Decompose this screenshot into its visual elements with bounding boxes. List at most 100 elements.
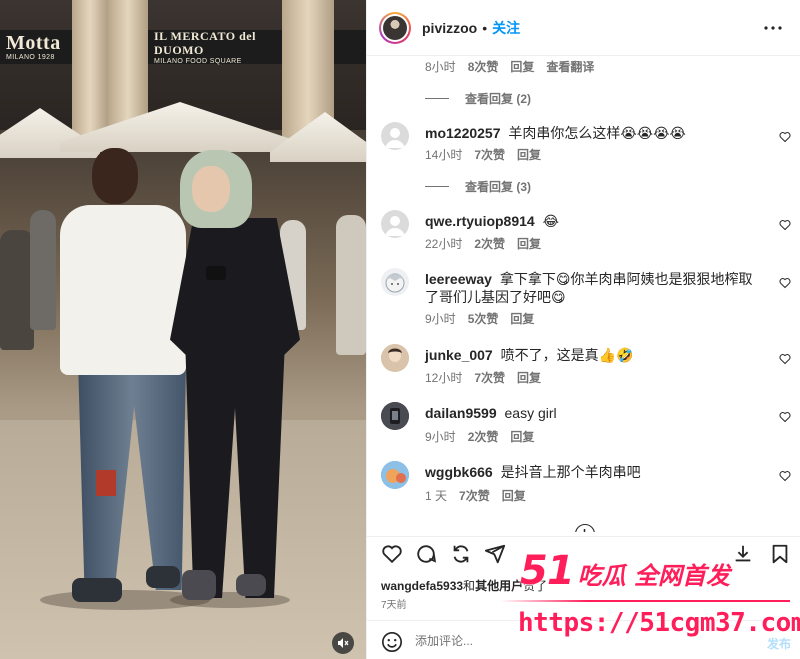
comment-likes[interactable]: 5次赞 <box>468 310 499 327</box>
comment-time: 12小时 <box>425 371 463 385</box>
author-username[interactable]: pivizzoo <box>422 20 477 36</box>
comment-meta: 22小时 2次赞 回复 <box>425 235 541 252</box>
more-options-icon[interactable] <box>763 18 783 38</box>
commenter-avatar[interactable] <box>381 402 409 430</box>
comment-meta: 1 天 7次赞 回复 <box>425 487 526 504</box>
bookmark-icon[interactable] <box>769 543 791 565</box>
repost-icon[interactable] <box>450 543 472 565</box>
storefront-sign-motta: Motta MILANO 1928 <box>0 30 72 64</box>
heart-icon[interactable] <box>779 470 791 482</box>
comment-body: junke_007 喷不了，这是真👍🤣 <box>425 346 755 364</box>
comment-body: leereeway 拿下拿下😋你羊肉串阿姨也是狠狠地榨取了哥们儿基因了好吧😋 <box>425 270 755 306</box>
commenter-username[interactable]: junke_007 <box>425 347 493 363</box>
storefront-sign-edge <box>334 30 366 64</box>
watermark-url: https://51cgm37.com <box>518 608 800 638</box>
commenter-avatar[interactable] <box>381 344 409 372</box>
anime-avatar-icon <box>385 273 405 293</box>
heart-icon[interactable] <box>779 411 791 423</box>
commenter-username[interactable]: qwe.rtyuiop8914 <box>425 213 535 229</box>
sign-mercato-sub: MILANO FOOD SQUARE <box>154 57 242 65</box>
heart-icon[interactable] <box>779 353 791 365</box>
comment-time: 14小时 <box>425 148 463 162</box>
comment-time: 9小时 <box>425 312 456 326</box>
load-more-comments-button[interactable] <box>575 524 595 532</box>
comment-body: dailan9599 easy girl <box>425 404 755 422</box>
view-replies-label: 查看回复 (3) <box>465 180 532 194</box>
commenter-username[interactable]: leereeway <box>425 271 492 287</box>
comment-text: 羊肉串你怎么这样😭😭😭😭 <box>508 125 686 141</box>
comment-meta: 8小时 8次赞 回复 查看翻译 <box>425 58 594 75</box>
like-heart-icon[interactable] <box>381 543 403 565</box>
comment-time: 9小时 <box>425 430 456 444</box>
comment-body: wggbk666 是抖音上那个羊肉串吧 <box>425 463 755 481</box>
plus-circle-icon <box>583 529 586 532</box>
comment-likes[interactable]: 7次赞 <box>474 146 505 163</box>
header-separator: • <box>482 19 488 36</box>
man-shoe <box>72 578 122 602</box>
share-send-icon[interactable] <box>484 543 506 565</box>
post-video[interactable]: Motta MILANO 1928 IL MERCATO del DUOMO M… <box>0 0 366 659</box>
commenter-username[interactable]: wggbk666 <box>425 464 493 480</box>
comment-likes[interactable]: 2次赞 <box>474 235 505 252</box>
heart-icon[interactable] <box>779 277 791 289</box>
photo-avatar-icon <box>381 402 409 430</box>
default-avatar-icon <box>385 128 405 148</box>
woman-shoe <box>236 574 266 596</box>
comment-likes[interactable]: 7次赞 <box>459 487 490 504</box>
mute-button[interactable] <box>332 632 354 654</box>
author-avatar[interactable] <box>379 11 411 44</box>
commenter-avatar[interactable] <box>381 461 409 489</box>
liked-by-connector: 和 <box>463 579 476 593</box>
commenter-username[interactable]: mo1220257 <box>425 125 501 141</box>
replies-divider <box>425 186 449 187</box>
reply-button[interactable]: 回复 <box>510 310 534 327</box>
liked-by-others[interactable]: 其他用户 <box>475 579 523 593</box>
woman-face <box>192 166 230 212</box>
comment-meta: 9小时 2次赞 回复 <box>425 428 534 445</box>
reply-button[interactable]: 回复 <box>510 58 534 75</box>
watermark-text: 吃瓜 全网首发 <box>577 562 731 590</box>
emoji-icon[interactable] <box>381 631 403 653</box>
watermark-number: 51 <box>520 548 575 594</box>
comment-likes[interactable]: 2次赞 <box>468 428 499 445</box>
comment-likes[interactable]: 7次赞 <box>474 369 505 386</box>
view-replies-label: 查看回复 (2) <box>465 92 532 106</box>
sign-mercato-text: IL MERCATO del DUOMO <box>154 28 256 57</box>
reply-button[interactable]: 回复 <box>502 487 526 504</box>
comment-meta: 12小时 7次赞 回复 <box>425 369 541 386</box>
view-replies-button[interactable]: 查看回复 (3) <box>425 178 531 195</box>
storefront-sign-mercato: IL MERCATO del DUOMO MILANO FOOD SQUARE <box>148 28 282 65</box>
comment-text: 是抖音上那个羊肉串吧 <box>500 464 641 480</box>
comment-text: 喷不了，这是真👍🤣 <box>500 347 634 363</box>
comment-time: 8小时 <box>425 60 456 74</box>
reply-button[interactable]: 回复 <box>517 369 541 386</box>
reply-button[interactable]: 回复 <box>517 235 541 252</box>
watermark-divider <box>500 600 790 602</box>
post-timestamp[interactable]: 7天前 <box>381 596 407 611</box>
comment-bubble-icon[interactable] <box>415 543 437 565</box>
background-person <box>30 210 56 330</box>
comment-likes[interactable]: 8次赞 <box>468 58 499 75</box>
building-column <box>72 0 108 140</box>
comment-text: 😂 <box>542 213 559 229</box>
follow-button[interactable]: 关注 <box>492 18 520 38</box>
view-replies-button[interactable]: 查看回复 (2) <box>425 90 531 107</box>
photo-avatar-icon <box>381 344 409 372</box>
avatar-image <box>383 15 407 40</box>
liked-by-user[interactable]: wangdefa5933 <box>381 579 463 593</box>
comment-meta: 14小时 7次赞 回复 <box>425 146 541 163</box>
commenter-avatar[interactable] <box>381 122 409 150</box>
comments-list[interactable]: 8小时 8次赞 回复 查看翻译 查看回复 (2) mo1220257 羊肉串你怎… <box>367 56 800 532</box>
reply-button[interactable]: 回复 <box>510 428 534 445</box>
commenter-avatar[interactable] <box>381 268 409 296</box>
download-icon[interactable] <box>732 543 754 565</box>
replies-divider <box>425 98 449 99</box>
reply-button[interactable]: 回复 <box>517 146 541 163</box>
commenter-username[interactable]: dailan9599 <box>425 405 497 421</box>
heart-icon[interactable] <box>779 131 791 143</box>
comment-body: mo1220257 羊肉串你怎么这样😭😭😭😭 <box>425 124 755 142</box>
man-shirt <box>60 205 186 375</box>
commenter-avatar[interactable] <box>381 210 409 238</box>
translate-button[interactable]: 查看翻译 <box>546 58 594 75</box>
heart-icon[interactable] <box>779 219 791 231</box>
